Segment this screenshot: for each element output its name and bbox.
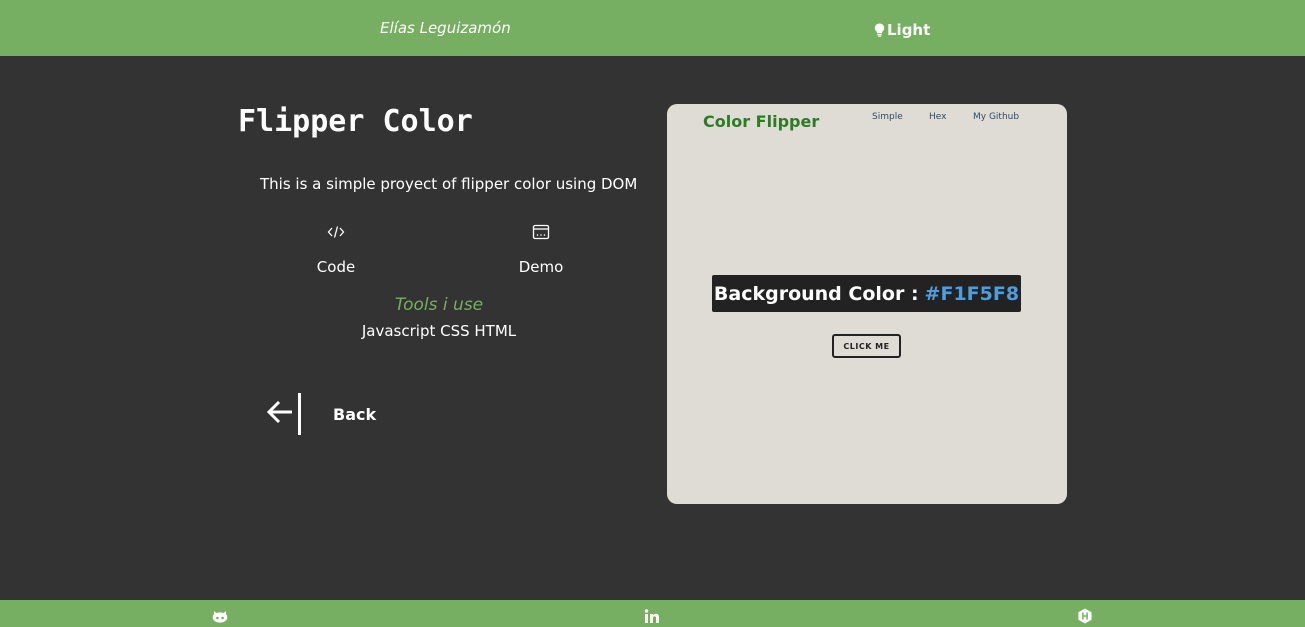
browser-window-icon bbox=[532, 224, 550, 244]
project-preview: Color Flipper Simple Hex My Github Backg… bbox=[667, 104, 1067, 504]
arrow-left-icon bbox=[266, 400, 294, 428]
preview-color-banner: Background Color : #F1F5F8 bbox=[712, 275, 1021, 312]
back-button[interactable]: Back bbox=[266, 393, 376, 435]
linkedin-icon[interactable] bbox=[644, 608, 660, 627]
preview-brand: Color Flipper bbox=[703, 112, 820, 131]
preview-click-button: CLICK ME bbox=[832, 334, 901, 358]
demo-link[interactable]: Demo bbox=[510, 224, 572, 276]
theme-toggle-button[interactable]: Light bbox=[874, 21, 930, 39]
project-title: Flipper Color bbox=[238, 104, 473, 139]
back-label: Back bbox=[333, 404, 377, 424]
preview-nav-hex: Hex bbox=[929, 112, 947, 122]
preview-nav-simple: Simple bbox=[872, 112, 903, 122]
top-navbar: Elías Leguizamón Light bbox=[0, 0, 1305, 56]
github-icon[interactable] bbox=[212, 608, 228, 627]
preview-nav-github: My Github bbox=[973, 112, 1020, 122]
preview-banner-value: #F1F5F8 bbox=[924, 282, 1020, 305]
lightbulb-icon bbox=[874, 23, 885, 37]
site-brand[interactable]: Elías Leguizamón bbox=[380, 19, 511, 37]
hackerrank-icon[interactable] bbox=[1077, 608, 1093, 627]
back-divider bbox=[298, 393, 301, 435]
theme-toggle-label: Light bbox=[887, 21, 931, 39]
code-link[interactable]: Code bbox=[305, 224, 367, 276]
project-description: This is a simple proyect of flipper colo… bbox=[260, 175, 638, 193]
code-icon bbox=[327, 224, 345, 244]
code-link-label: Code bbox=[316, 258, 356, 276]
footer bbox=[0, 600, 1305, 627]
demo-link-label: Demo bbox=[518, 258, 564, 276]
preview-banner-label: Background Color : bbox=[713, 282, 919, 305]
